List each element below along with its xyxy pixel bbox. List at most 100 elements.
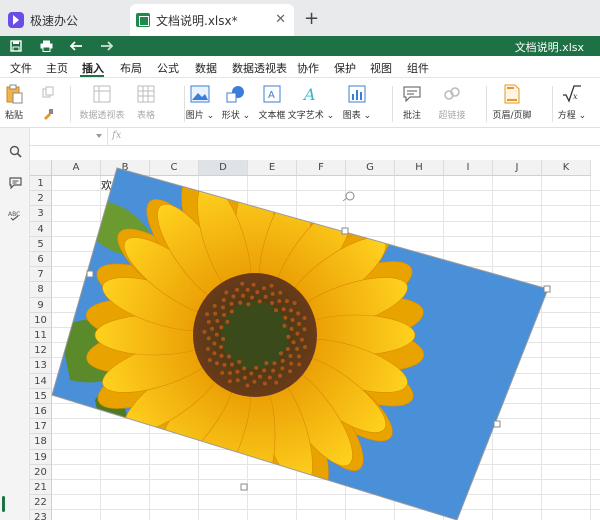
image-seed	[278, 351, 283, 356]
image-seed	[210, 326, 215, 331]
image-seed	[264, 360, 269, 365]
image-seed	[220, 305, 225, 310]
image-seed	[299, 337, 304, 342]
image-seed	[215, 318, 220, 323]
image-seed	[249, 371, 254, 376]
image-seed	[286, 334, 291, 339]
image-seed	[295, 346, 300, 351]
image-seed	[295, 331, 300, 336]
image-seed	[261, 286, 266, 291]
image-seed	[284, 299, 289, 304]
image-seed	[280, 358, 285, 363]
image-seed	[278, 373, 283, 378]
image-seed	[229, 362, 234, 367]
image-seed	[219, 325, 224, 330]
resize-handle-top-right[interactable]	[543, 285, 551, 293]
image-seed	[213, 311, 218, 316]
image-seed	[290, 317, 295, 322]
image-seed	[227, 371, 232, 376]
inserted-image[interactable]	[0, 0, 600, 520]
image-seed	[272, 361, 277, 366]
image-seed	[289, 308, 294, 313]
image-seed	[263, 294, 268, 299]
image-seed	[283, 315, 288, 320]
image-seed	[251, 282, 256, 287]
image-seed	[214, 361, 219, 366]
image-seed	[269, 283, 274, 288]
image-seed	[267, 375, 272, 380]
image-seed	[274, 380, 279, 385]
image-seed	[245, 287, 250, 292]
image-seed	[229, 309, 234, 314]
image-seed	[282, 323, 287, 328]
image-seed	[278, 290, 283, 295]
image-seed	[242, 366, 247, 371]
image-seed	[227, 354, 232, 359]
image-seed	[212, 351, 217, 356]
image-seed	[296, 354, 301, 359]
image-seed	[271, 368, 276, 373]
image-seed	[222, 312, 227, 317]
image-seed	[220, 370, 225, 375]
image-seed	[219, 345, 224, 350]
image-seed	[221, 336, 226, 341]
image-seed	[289, 326, 294, 331]
image-seed	[274, 308, 279, 313]
image-seed	[212, 303, 217, 308]
image-seed	[227, 379, 232, 384]
image-seed	[288, 369, 293, 374]
image-seed	[291, 340, 296, 345]
image-seed	[297, 362, 302, 367]
image-seed	[206, 319, 211, 324]
image-seed	[280, 366, 285, 371]
image-seed	[221, 297, 226, 302]
image-seed	[219, 353, 224, 358]
image-seed	[212, 341, 217, 346]
image-seed	[296, 311, 301, 316]
image-seed	[222, 362, 227, 367]
image-seed	[262, 368, 267, 373]
image-seed	[205, 347, 210, 352]
image-seed	[235, 378, 240, 383]
image-seed	[288, 354, 293, 359]
image-seed	[292, 300, 297, 305]
image-seed	[281, 307, 286, 312]
resize-handle-top[interactable]	[341, 227, 349, 235]
image-seed	[235, 369, 240, 374]
image-seed	[302, 327, 307, 332]
image-seed	[240, 281, 245, 286]
resize-handle-bottom[interactable]	[240, 483, 248, 491]
image-seed	[242, 375, 247, 380]
image-seed	[205, 312, 210, 317]
image-seed	[252, 379, 257, 384]
image-seed	[246, 302, 251, 307]
image-seed	[303, 345, 308, 350]
image-seed	[270, 291, 275, 296]
image-seed	[245, 383, 250, 388]
image-seed	[254, 365, 259, 370]
image-seed	[214, 332, 219, 337]
image-seed	[206, 336, 211, 341]
resize-handle-right[interactable]	[493, 420, 501, 428]
image-seed	[202, 329, 207, 334]
resize-handle-left[interactable]	[86, 270, 94, 278]
image-seed	[257, 374, 262, 379]
image-seed	[250, 295, 255, 300]
image-seed	[241, 293, 246, 298]
image-seed	[229, 301, 234, 306]
image-seed	[255, 290, 260, 295]
image-seed	[257, 299, 262, 304]
image-seed	[238, 300, 243, 305]
image-seed	[302, 315, 307, 320]
image-seed	[237, 359, 242, 364]
image-seed	[224, 290, 229, 295]
image-seed	[207, 358, 212, 363]
image-seed	[277, 299, 282, 304]
image-seed	[225, 319, 230, 324]
rotate-handle[interactable]	[345, 191, 355, 201]
image-seed	[270, 300, 275, 305]
image-seed	[285, 346, 290, 351]
image-seed	[289, 361, 294, 366]
image-seed	[231, 294, 236, 299]
image-seed	[297, 321, 302, 326]
